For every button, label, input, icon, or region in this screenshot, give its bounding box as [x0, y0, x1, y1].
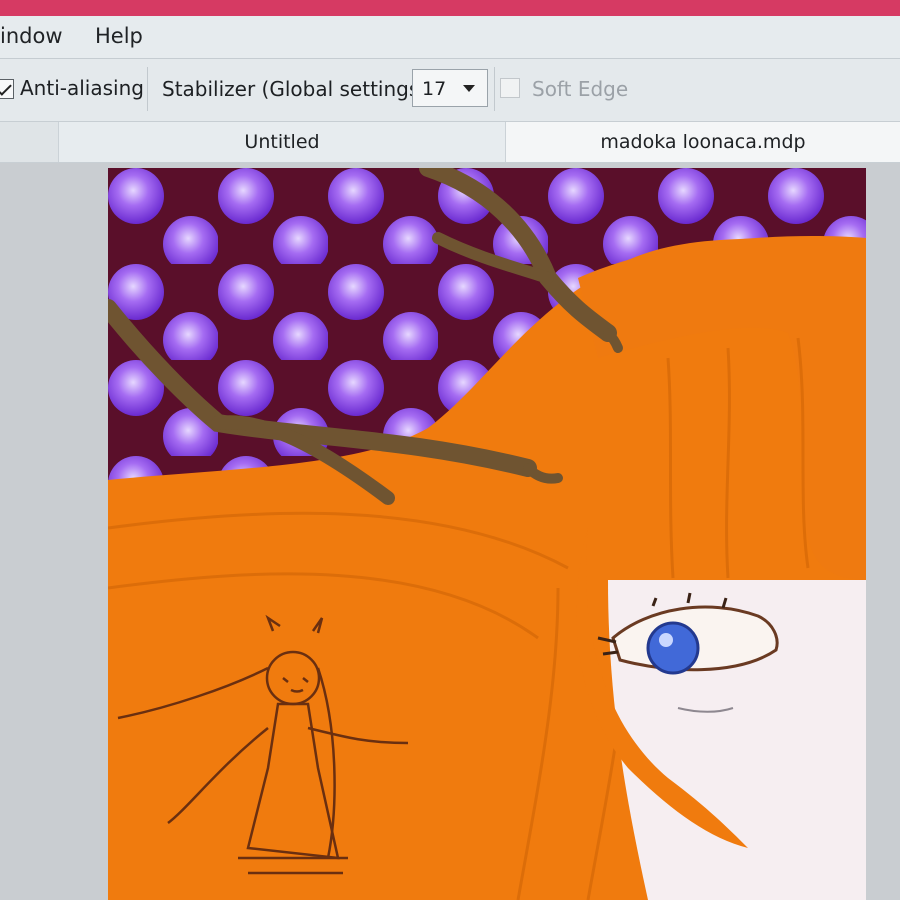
soft-edge-checkbox[interactable] — [500, 78, 520, 98]
document-tab-bar: Untitled madoka loonaca.mdp — [0, 122, 900, 163]
tab-label: Untitled — [244, 131, 320, 153]
eye-iris — [646, 621, 700, 675]
tab-untitled[interactable]: Untitled — [58, 122, 506, 162]
toolbar-separator — [494, 67, 495, 111]
tab-label: madoka loonaca.mdp — [600, 131, 806, 153]
brush-toolbar: Anti-aliasing Stabilizer (Global setting… — [0, 59, 900, 122]
stabilizer-label: Stabilizer (Global settings) — [162, 77, 428, 101]
menu-bar: indow Help — [0, 16, 900, 59]
chevron-down-icon — [463, 85, 475, 92]
stabilizer-value: 17 — [422, 78, 447, 100]
menu-help[interactable]: Help — [95, 24, 143, 48]
toolbar-separator — [147, 67, 148, 111]
antialiasing-checkbox[interactable] — [0, 79, 14, 99]
soft-edge-label: Soft Edge — [532, 77, 629, 101]
window-title-bar — [0, 0, 900, 16]
stabilizer-select[interactable]: 17 — [412, 69, 488, 107]
eye-highlight — [659, 633, 673, 647]
antialiasing-label: Anti-aliasing — [20, 76, 144, 100]
artwork-canvas[interactable] — [108, 168, 866, 900]
menu-window[interactable]: indow — [0, 24, 63, 48]
artwork-illustration — [108, 168, 866, 900]
tab-madoka-loonaca[interactable]: madoka loonaca.mdp — [506, 122, 900, 162]
